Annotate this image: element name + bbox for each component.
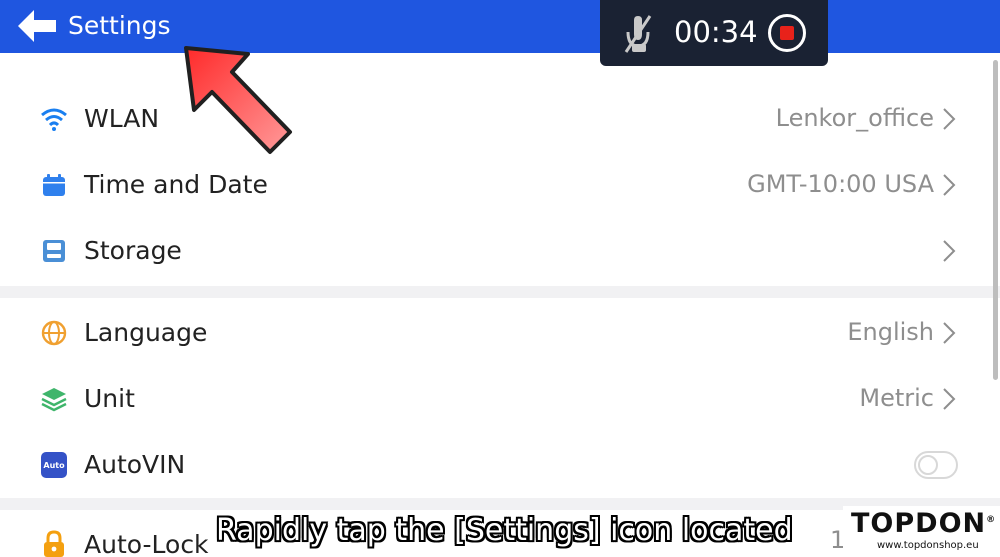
wifi-icon — [40, 105, 68, 133]
layers-icon — [40, 385, 68, 413]
storage-icon — [40, 237, 68, 265]
settings-row-label: AutoVIN — [84, 450, 186, 479]
settings-row-storage[interactable]: Storage — [0, 218, 1000, 284]
settings-row-label: WLAN — [84, 104, 160, 133]
chevron-right-icon — [943, 108, 956, 130]
settings-row-language[interactable]: Language English — [0, 300, 1000, 366]
chevron-right-icon — [943, 322, 956, 344]
brand-logo: TOPDON® — [851, 508, 997, 539]
settings-row-value: Metric — [859, 384, 934, 412]
settings-row-value: English — [847, 318, 934, 346]
stop-record-icon[interactable] — [768, 14, 806, 52]
video-subtitle: Rapidly tap the [Settings] icon located — [216, 513, 793, 548]
autovin-icon: Auto — [40, 451, 68, 479]
mic-off-icon[interactable] — [622, 14, 654, 54]
lock-icon — [40, 530, 68, 557]
settings-row-label: Time and Date — [84, 170, 268, 199]
app-bar: Settings — [0, 0, 1000, 53]
brand-watermark: TOPDON® www.topdonshop.eu — [843, 506, 1000, 557]
autovin-toggle[interactable] — [914, 451, 958, 479]
settings-row-time-and-date[interactable]: Time and Date GMT-10:00 USA — [0, 152, 1000, 218]
chevron-right-icon — [943, 388, 956, 410]
chevron-right-icon — [943, 174, 956, 196]
settings-row-unit[interactable]: Unit Metric — [0, 366, 1000, 432]
back-arrow-icon[interactable] — [16, 8, 58, 44]
chevron-right-icon — [943, 240, 956, 262]
globe-icon — [40, 319, 68, 347]
settings-row-autovin: Auto AutoVIN — [0, 432, 1000, 498]
settings-row-label: Unit — [84, 384, 135, 413]
scrollbar[interactable] — [993, 60, 998, 380]
settings-row-label: Language — [84, 318, 208, 347]
settings-row-label: Storage — [84, 236, 182, 265]
settings-row-wlan[interactable]: WLAN Lenkor_office — [0, 86, 1000, 152]
settings-row-label: Auto-Lock — [84, 530, 209, 557]
settings-row-value: Lenkor_office — [775, 104, 934, 132]
settings-row-value: GMT-10:00 USA — [747, 170, 934, 198]
recording-timer: 00:34 — [674, 15, 758, 49]
brand-url: www.topdonshop.eu — [877, 540, 979, 551]
screen-recorder-widget: 00:34 — [600, 0, 828, 66]
group-separator — [0, 286, 1000, 298]
page-title: Settings — [68, 11, 171, 40]
calendar-icon — [40, 171, 68, 199]
autovin-icon-badge: Auto — [43, 460, 65, 470]
